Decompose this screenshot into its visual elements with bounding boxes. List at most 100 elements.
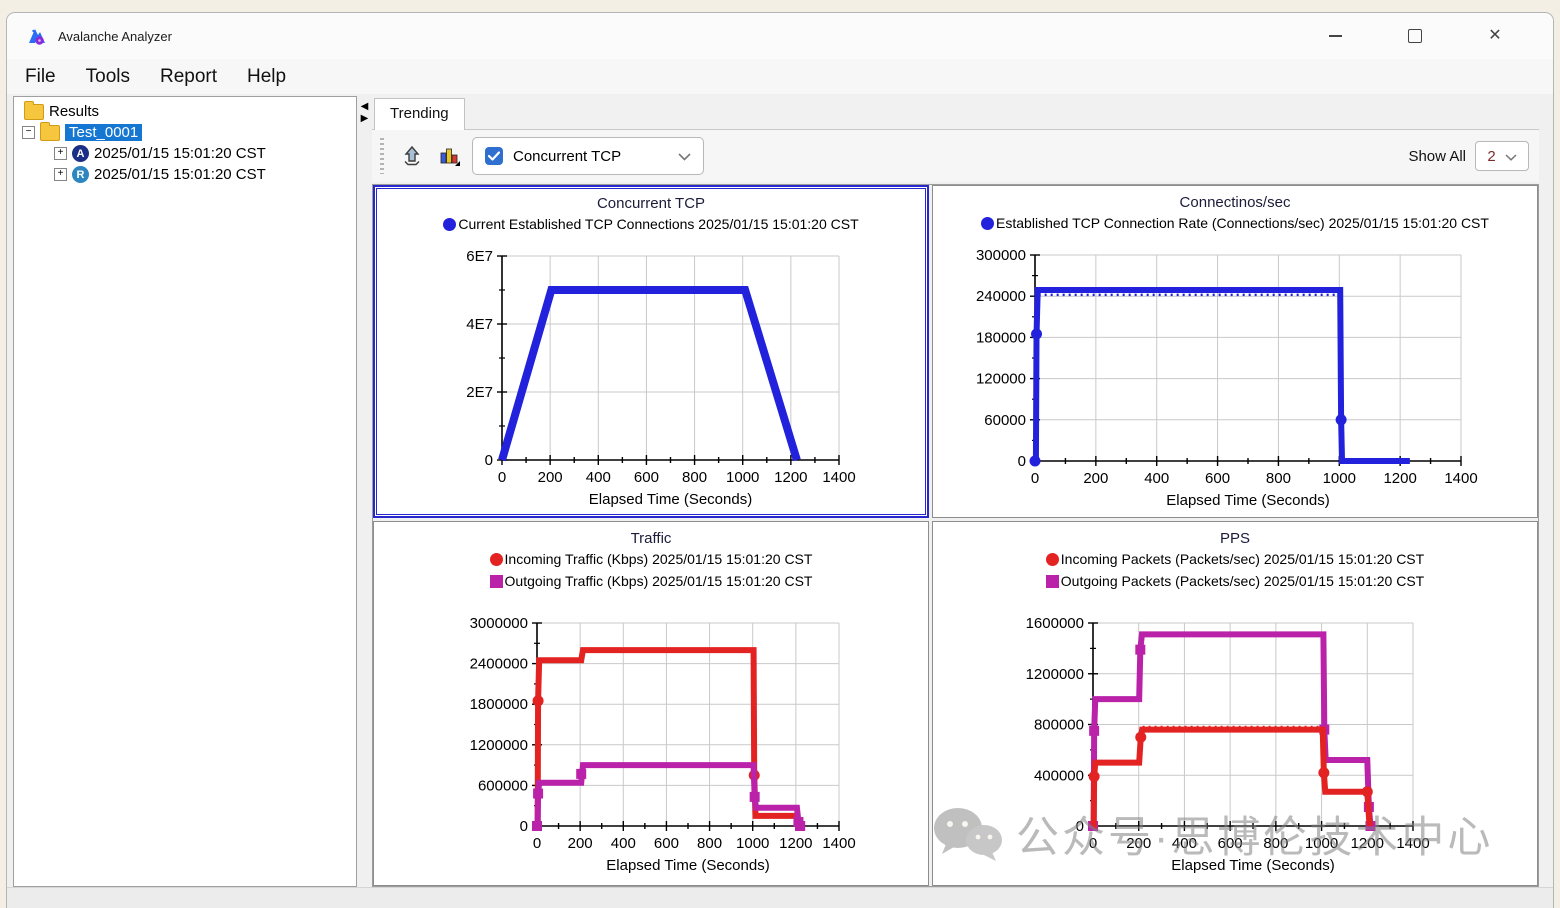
chart-panel-pps[interactable]: PPSIncoming Packets (Packets/sec) 2025/0…	[932, 521, 1538, 886]
toolbar-grip[interactable]	[380, 138, 384, 174]
svg-text:1000: 1000	[736, 835, 769, 852]
chart-legend-row: Incoming Packets (Packets/sec) 2025/01/1…	[933, 548, 1537, 570]
tab-trending[interactable]: Trending	[374, 98, 465, 130]
tree-item-results[interactable]: Results	[16, 101, 354, 122]
svg-text:0: 0	[498, 469, 506, 486]
export-chart-button[interactable]	[398, 142, 426, 170]
svg-text:600: 600	[1218, 835, 1243, 852]
tree-item-results-label: Results	[49, 103, 99, 120]
menu-bar: File Tools Report Help	[7, 59, 1553, 94]
check-icon	[488, 151, 500, 161]
collapse-left-icon[interactable]: ◀	[361, 101, 369, 112]
maximize-icon	[1408, 29, 1422, 43]
tree-item-run-a[interactable]: + A 2025/01/15 15:01:20 CST	[16, 143, 354, 164]
svg-text:200: 200	[538, 469, 563, 486]
menu-item-tools[interactable]: Tools	[86, 66, 130, 88]
svg-text:0: 0	[1076, 818, 1084, 835]
minimize-button[interactable]	[1321, 22, 1349, 50]
chart-legend-row: Current Established TCP Connections 2025…	[375, 213, 927, 235]
show-all-label: Show All	[1408, 148, 1466, 165]
svg-text:800000: 800000	[1034, 717, 1084, 734]
charts-grid: Concurrent TCPCurrent Established TCP Co…	[372, 184, 1539, 887]
chart-title: PPS	[933, 522, 1537, 548]
chevron-down-icon	[1505, 148, 1517, 165]
chart-type-button[interactable]	[435, 142, 463, 170]
bar-chart-icon	[437, 144, 461, 168]
export-chart-icon	[401, 145, 423, 167]
svg-text:1000: 1000	[1305, 835, 1338, 852]
status-bar	[7, 887, 1553, 908]
tree-item-run-r[interactable]: + R 2025/01/15 15:01:20 CST	[16, 164, 354, 185]
legend-circle-icon	[490, 553, 503, 566]
chart-plot: 0200400600800100012001400060000012000001…	[374, 592, 928, 885]
svg-text:180000: 180000	[976, 329, 1026, 346]
svg-text:200: 200	[1083, 470, 1108, 487]
chart-panel-traffic[interactable]: TrafficIncoming Traffic (Kbps) 2025/01/1…	[373, 521, 929, 886]
run-r-badge: R	[72, 166, 89, 183]
svg-text:300000: 300000	[976, 247, 1026, 264]
legend-square-icon	[1046, 575, 1059, 588]
svg-text:2E7: 2E7	[466, 384, 493, 401]
svg-text:Elapsed Time (Seconds): Elapsed Time (Seconds)	[606, 857, 769, 874]
legend-circle-icon	[443, 218, 456, 231]
svg-text:1000: 1000	[726, 469, 759, 486]
run-a-badge: A	[72, 145, 89, 162]
toolbar: Concurrent TCP Show All 2	[372, 130, 1539, 182]
main-panel: Trending	[372, 96, 1539, 887]
metric-select-value: Concurrent TCP	[513, 148, 621, 165]
maximize-button[interactable]	[1401, 22, 1429, 50]
collapse-right-icon[interactable]: ▶	[361, 113, 369, 124]
svg-text:6E7: 6E7	[466, 248, 493, 265]
svg-text:0: 0	[1031, 470, 1039, 487]
title-bar: Avalanche Analyzer ✕	[7, 13, 1553, 59]
menu-item-file[interactable]: File	[25, 66, 56, 88]
tab-bar: Trending	[372, 96, 1539, 130]
legend-circle-icon	[981, 217, 994, 230]
expand-expander-icon[interactable]: +	[54, 147, 67, 160]
folder-icon	[24, 104, 44, 120]
legend-label: Outgoing Traffic (Kbps) 2025/01/15 15:01…	[505, 570, 813, 592]
svg-text:3000000: 3000000	[470, 615, 528, 632]
svg-text:Elapsed Time (Seconds): Elapsed Time (Seconds)	[1171, 857, 1334, 874]
chart-panel-concurrent-tcp[interactable]: Concurrent TCPCurrent Established TCP Co…	[373, 185, 929, 518]
metric-checkbox[interactable]	[485, 147, 503, 165]
svg-text:400000: 400000	[1034, 767, 1084, 784]
svg-text:1600000: 1600000	[1026, 615, 1084, 632]
legend-circle-icon	[1046, 553, 1059, 566]
svg-text:0: 0	[533, 835, 541, 852]
chart-title: Connectinos/sec	[933, 186, 1537, 212]
menu-item-report[interactable]: Report	[160, 66, 217, 88]
legend-label: Incoming Packets (Packets/sec) 2025/01/1…	[1061, 548, 1424, 570]
svg-text:1200: 1200	[1351, 835, 1384, 852]
metric-select[interactable]: Concurrent TCP	[472, 137, 704, 175]
tree-item-run-a-label: 2025/01/15 15:01:20 CST	[94, 145, 266, 162]
svg-text:0: 0	[1018, 453, 1026, 470]
collapse-expander-icon[interactable]: −	[22, 126, 35, 139]
svg-text:240000: 240000	[976, 288, 1026, 305]
show-all-select[interactable]: 2	[1475, 141, 1529, 171]
legend-label: Incoming Traffic (Kbps) 2025/01/15 15:01…	[505, 548, 813, 570]
menu-item-help[interactable]: Help	[247, 66, 286, 88]
tree-item-run-r-label: 2025/01/15 15:01:20 CST	[94, 166, 266, 183]
minimize-icon	[1329, 35, 1342, 37]
svg-text:1200: 1200	[1383, 470, 1416, 487]
svg-text:800: 800	[682, 469, 707, 486]
svg-text:1800000: 1800000	[470, 696, 528, 713]
svg-text:0: 0	[1089, 835, 1097, 852]
show-all-value: 2	[1487, 148, 1495, 165]
tree-item-test-0001[interactable]: − Test_0001	[16, 122, 354, 143]
chevron-down-icon	[678, 148, 691, 165]
svg-text:1400: 1400	[1396, 835, 1429, 852]
chart-panel-connectinos-sec[interactable]: Connectinos/secEstablished TCP Connectio…	[932, 185, 1538, 518]
svg-text:1200: 1200	[779, 835, 812, 852]
svg-text:600: 600	[1205, 470, 1230, 487]
chart-plot: 0200400600800100012001400040000080000012…	[933, 592, 1537, 885]
panel-splitter[interactable]: ◀ ▶	[357, 96, 372, 887]
chart-title: Traffic	[374, 522, 928, 548]
svg-text:400: 400	[1144, 470, 1169, 487]
svg-text:1400: 1400	[1444, 470, 1477, 487]
svg-text:1200: 1200	[774, 469, 807, 486]
expand-expander-icon[interactable]: +	[54, 168, 67, 181]
close-button[interactable]: ✕	[1481, 22, 1509, 50]
window-title: Avalanche Analyzer	[58, 29, 172, 44]
